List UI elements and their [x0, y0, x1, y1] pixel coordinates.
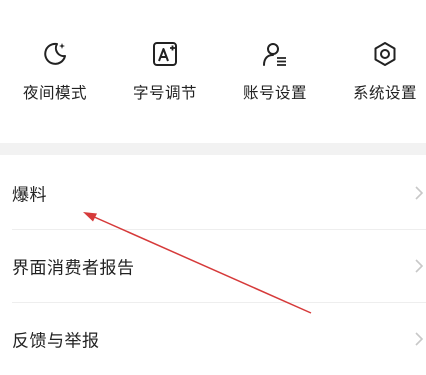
- chevron-right-icon: [415, 186, 424, 200]
- quick-actions-bar: 夜间模式 字号调节 账号设置 系统设置: [0, 0, 426, 143]
- night-mode-button[interactable]: 夜间模式: [2, 40, 108, 110]
- menu-item-label: 界面消费者报告: [12, 258, 135, 279]
- menu-item-label: 反馈与举报: [12, 331, 100, 352]
- menu-item-consumer-report[interactable]: 界面消费者报告: [0, 230, 426, 302]
- night-mode-label: 夜间模式: [22, 84, 87, 102]
- night-mode-icon: [44, 42, 66, 65]
- menu-item-label: 爆料: [12, 185, 47, 206]
- chevron-right-icon: [415, 259, 424, 273]
- font-size-label: 字号调节: [132, 84, 197, 102]
- menu-item-feedback-report[interactable]: 反馈与举报: [0, 303, 426, 375]
- account-icon: [263, 43, 286, 66]
- chevron-right-icon: [415, 332, 424, 346]
- account-settings-label: 账号设置: [242, 84, 307, 102]
- account-settings-button[interactable]: 账号设置: [222, 40, 328, 110]
- menu-item-tip-off[interactable]: 爆料: [0, 157, 426, 229]
- system-settings-button[interactable]: 系统设置: [332, 40, 426, 110]
- settings-icon: [374, 42, 396, 66]
- font-size-button[interactable]: 字号调节: [112, 40, 218, 110]
- system-settings-label: 系统设置: [352, 84, 417, 102]
- font-size-icon: [153, 42, 177, 66]
- section-gap: [0, 143, 426, 155]
